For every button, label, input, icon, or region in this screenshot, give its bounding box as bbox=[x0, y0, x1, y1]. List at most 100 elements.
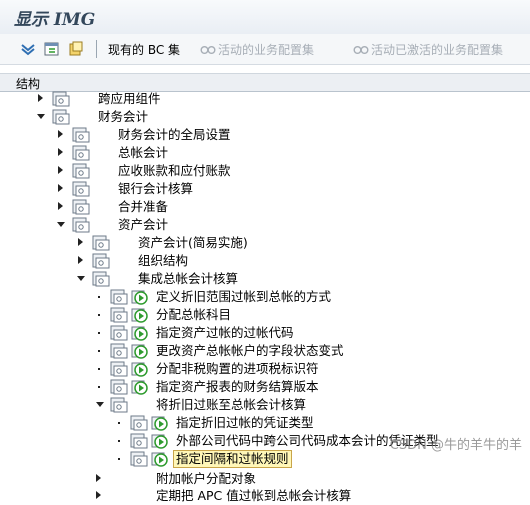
page-title: 显示 IMG bbox=[14, 10, 96, 30]
tree-row[interactable]: 银行会计核算 bbox=[0, 180, 530, 198]
expand-arrow-icon[interactable] bbox=[78, 238, 83, 246]
collapse-arrow-icon[interactable] bbox=[77, 276, 85, 281]
img-tree: 跨应用组件 财务会计 财务会计的全局设置 总帐会计 应收账款和应付账款 银行会计… bbox=[0, 90, 530, 503]
tree-row[interactable]: 跨应用组件 bbox=[0, 90, 530, 108]
execute-activity-icon[interactable] bbox=[151, 415, 168, 431]
tree-row[interactable]: 资产会计 bbox=[0, 216, 530, 234]
img-folder-icon bbox=[52, 91, 70, 107]
tree-row[interactable]: 财务会计的全局设置 bbox=[0, 126, 530, 144]
tree-row[interactable]: 指定资产过帐的过帐代码 bbox=[0, 324, 530, 342]
tree-node-label: 资产会计 bbox=[118, 217, 169, 232]
tree-node-label: 分配总帐科目 bbox=[156, 307, 232, 322]
execute-activity-icon[interactable] bbox=[131, 343, 148, 359]
leaf-bullet bbox=[118, 458, 120, 460]
tree-node-label: 更改资产总帐帐户的字段状态变式 bbox=[156, 343, 344, 358]
leaf-bullet bbox=[118, 422, 120, 424]
expand-arrow-icon[interactable] bbox=[58, 184, 63, 192]
execute-activity-icon[interactable] bbox=[151, 433, 168, 449]
tree-node-label: 定期把 APC 值过帐到总帐会计核算 bbox=[156, 488, 352, 503]
tree-row[interactable]: 指定折旧过帐的凭证类型 bbox=[0, 414, 530, 432]
watermark: CSDN @牛的羊牛的羊 bbox=[389, 438, 522, 453]
execute-activity-icon[interactable] bbox=[131, 307, 148, 323]
img-folder-icon bbox=[52, 109, 70, 125]
img-folder-icon bbox=[110, 379, 128, 395]
tree-node-label: 分配非税购置的进项税标识符 bbox=[156, 361, 319, 376]
img-folder-icon bbox=[110, 397, 128, 413]
collapse-arrow-icon[interactable] bbox=[96, 402, 104, 407]
expand-arrow-icon[interactable] bbox=[38, 94, 43, 102]
execute-activity-icon[interactable] bbox=[131, 379, 148, 395]
leaf-bullet bbox=[118, 440, 120, 442]
img-folder-icon bbox=[92, 253, 110, 269]
img-folder-icon bbox=[130, 415, 148, 431]
expand-arrow-icon[interactable] bbox=[58, 130, 63, 138]
bc-set-glasses-icon-2 bbox=[353, 45, 369, 54]
tree-row[interactable]: 附加帐户分配对象 bbox=[0, 470, 530, 488]
active-biz-config-set-button[interactable]: 活动的业务配置集 bbox=[218, 41, 314, 58]
tree-row[interactable]: 定期把 APC 值过帐到总帐会计核算 bbox=[0, 487, 530, 505]
img-folder-icon bbox=[92, 271, 110, 287]
expand-arrow-icon[interactable] bbox=[78, 256, 83, 264]
img-folder-icon bbox=[92, 235, 110, 251]
note-icon[interactable] bbox=[68, 41, 84, 57]
img-folder-icon bbox=[110, 343, 128, 359]
img-folder-icon bbox=[110, 361, 128, 377]
tree-row[interactable]: 组织结构 bbox=[0, 252, 530, 270]
tree-node-label: 财务会计的全局设置 bbox=[118, 127, 231, 142]
execute-activity-icon[interactable] bbox=[131, 361, 148, 377]
tree-node-label: 附加帐户分配对象 bbox=[156, 471, 257, 486]
tree-row[interactable]: 分配总帐科目 bbox=[0, 306, 530, 324]
leaf-bullet bbox=[98, 368, 100, 370]
img-folder-icon bbox=[130, 433, 148, 449]
current-bc-set-button[interactable]: 现有的 BC 集 bbox=[108, 41, 180, 58]
tree-row[interactable]: 指定资产报表的财务结算版本 bbox=[0, 378, 530, 396]
toolbar-separator bbox=[96, 40, 97, 58]
img-folder-icon bbox=[72, 217, 90, 233]
img-folder-icon bbox=[72, 181, 90, 197]
tree-row[interactable]: 合并准备 bbox=[0, 198, 530, 216]
activated-biz-config-set-button[interactable]: 活动已激活的业务配置集 bbox=[371, 41, 503, 58]
collapse-arrow-icon[interactable] bbox=[57, 222, 65, 227]
img-folder-icon bbox=[72, 199, 90, 215]
leaf-bullet bbox=[98, 314, 100, 316]
tree-row[interactable]: 集成总帐会计核算 bbox=[0, 270, 530, 288]
open-node-icon[interactable] bbox=[44, 41, 60, 57]
tree-node-label: 银行会计核算 bbox=[118, 181, 194, 196]
tree-row[interactable]: 将折旧过账至总帐会计核算 bbox=[0, 396, 530, 414]
tree-node-label: 指定折旧过帐的凭证类型 bbox=[176, 415, 314, 430]
tree-row[interactable]: 定义折旧范围过帐到总帐的方式 bbox=[0, 288, 530, 306]
img-folder-icon bbox=[110, 289, 128, 305]
leaf-bullet bbox=[98, 332, 100, 334]
img-folder-icon bbox=[110, 307, 128, 323]
spacer bbox=[0, 65, 530, 73]
tree-row[interactable]: 更改资产总帐帐户的字段状态变式 bbox=[0, 342, 530, 360]
tree-row[interactable]: 应收账款和应付账款 bbox=[0, 162, 530, 180]
img-folder-icon bbox=[72, 163, 90, 179]
tree-node-label-selected: 指定间隔和过帐规则 bbox=[173, 450, 292, 468]
tree-row[interactable]: 分配非税购置的进项税标识符 bbox=[0, 360, 530, 378]
expand-arrow-icon[interactable] bbox=[96, 491, 101, 499]
expand-arrow-icon[interactable] bbox=[58, 166, 63, 174]
tree-node-label: 组织结构 bbox=[138, 253, 189, 268]
tree-node-label: 总帐会计 bbox=[118, 145, 169, 160]
leaf-bullet bbox=[98, 386, 100, 388]
execute-activity-icon[interactable] bbox=[151, 451, 168, 467]
tree-node-label: 将折旧过账至总帐会计核算 bbox=[156, 397, 307, 412]
img-folder-icon bbox=[110, 325, 128, 341]
tree-node-label: 资产会计(简易实施) bbox=[138, 235, 248, 250]
expand-arrow-icon[interactable] bbox=[96, 474, 101, 482]
execute-activity-icon[interactable] bbox=[131, 289, 148, 305]
expand-arrow-icon[interactable] bbox=[58, 148, 63, 156]
collapse-arrow-icon[interactable] bbox=[37, 114, 45, 119]
tree-row[interactable]: 总帐会计 bbox=[0, 144, 530, 162]
img-folder-icon bbox=[130, 451, 148, 467]
tree-row[interactable]: 财务会计 bbox=[0, 108, 530, 126]
expand-arrow-icon[interactable] bbox=[58, 202, 63, 210]
tree-row[interactable]: 资产会计(简易实施) bbox=[0, 234, 530, 252]
expand-all-icon[interactable] bbox=[20, 41, 36, 57]
toolbar: 现有的 BC 集 活动的业务配置集 活动已激活的业务配置集 bbox=[0, 34, 530, 65]
tree-node-label: 跨应用组件 bbox=[98, 91, 161, 106]
tree-node-label: 合并准备 bbox=[118, 199, 169, 214]
tree-node-label: 集成总帐会计核算 bbox=[138, 271, 239, 286]
execute-activity-icon[interactable] bbox=[131, 325, 148, 341]
